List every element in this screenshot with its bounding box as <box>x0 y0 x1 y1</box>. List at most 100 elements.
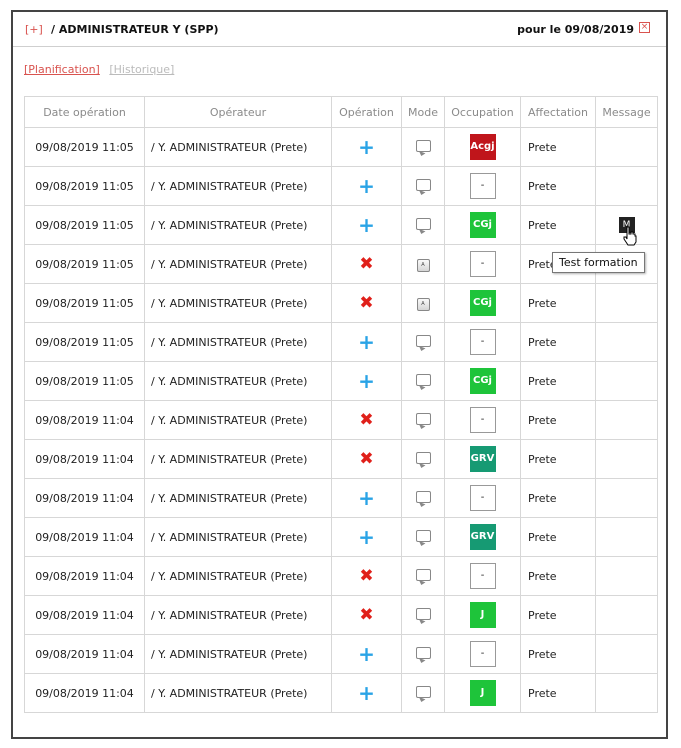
occupation-badge[interactable]: J <box>469 680 496 706</box>
mode-cell <box>401 166 445 206</box>
message-cell <box>595 127 658 167</box>
operation-cell: ✖ <box>331 244 402 284</box>
keyboard-icon: A <box>416 298 430 311</box>
occupation-badge[interactable]: CGj <box>469 290 496 316</box>
operator-cell: / Y. ADMINISTRATEUR (Prete) <box>144 439 332 479</box>
table-row: 09/08/2019 11:04/ Y. ADMINISTRATEUR (Pre… <box>24 595 658 635</box>
date-cell: 09/08/2019 11:04 <box>24 478 145 518</box>
date-cell: 09/08/2019 11:04 <box>24 634 145 674</box>
speech-bubble-icon <box>415 646 431 659</box>
operator-cell: / Y. ADMINISTRATEUR (Prete) <box>144 517 332 557</box>
column-header[interactable]: Message <box>595 96 658 128</box>
plus-icon[interactable]: + <box>358 135 375 159</box>
hand-cursor-icon <box>623 226 637 246</box>
cross-icon[interactable]: ✖ <box>359 410 373 430</box>
mode-cell: A <box>401 244 445 284</box>
occupation-badge[interactable]: GRV <box>469 524 496 550</box>
table-row: 09/08/2019 11:04/ Y. ADMINISTRATEUR (Pre… <box>24 517 658 557</box>
occupation-cell: GRV <box>444 439 521 479</box>
message-cell <box>595 283 658 323</box>
operator-cell: / Y. ADMINISTRATEUR (Prete) <box>144 205 332 245</box>
page-title: / ADMINISTRATEUR Y (SPP) <box>51 23 219 36</box>
speech-bubble-icon <box>415 373 431 386</box>
plus-icon[interactable]: + <box>358 369 375 393</box>
mode-cell <box>401 673 445 713</box>
cross-icon[interactable]: ✖ <box>359 605 373 625</box>
operation-cell: ✖ <box>331 439 402 479</box>
cross-icon[interactable]: ✖ <box>359 566 373 586</box>
table-row: 09/08/2019 11:05/ Y. ADMINISTRATEUR (Pre… <box>24 127 658 167</box>
plus-icon[interactable]: + <box>358 330 375 354</box>
message-cell <box>595 400 658 440</box>
occupation-cell: CGj <box>444 205 521 245</box>
close-icon[interactable]: × <box>639 22 650 33</box>
table-row: 09/08/2019 11:04/ Y. ADMINISTRATEUR (Pre… <box>24 673 658 713</box>
occupation-cell: - <box>444 556 521 596</box>
operator-cell: / Y. ADMINISTRATEUR (Prete) <box>144 400 332 440</box>
occupation-cell: J <box>444 595 521 635</box>
affectation-cell: Prete <box>520 439 596 479</box>
column-header[interactable]: Occupation <box>444 96 521 128</box>
affectation-cell: Prete <box>520 205 596 245</box>
keyboard-icon: A <box>416 259 430 272</box>
occupation-badge[interactable]: - <box>469 173 496 199</box>
occupation-badge[interactable]: - <box>469 251 496 277</box>
message-cell <box>595 439 658 479</box>
occupation-badge[interactable]: - <box>469 329 496 355</box>
column-header[interactable]: Opération <box>331 96 402 128</box>
column-header[interactable]: Date opération <box>24 96 145 128</box>
occupation-badge[interactable]: - <box>469 485 496 511</box>
occupation-badge[interactable]: - <box>469 563 496 589</box>
operator-cell: / Y. ADMINISTRATEUR (Prete) <box>144 244 332 284</box>
operation-cell: ✖ <box>331 400 402 440</box>
plus-icon[interactable]: + <box>358 486 375 510</box>
occupation-badge[interactable]: - <box>469 641 496 667</box>
table-header-row: Date opération Opérateur Opération Mode … <box>24 96 658 128</box>
operation-cell: + <box>331 322 402 362</box>
historique-link[interactable]: [Historique] <box>109 63 174 76</box>
operator-cell: / Y. ADMINISTRATEUR (Prete) <box>144 634 332 674</box>
speech-bubble-icon <box>415 412 431 425</box>
affectation-cell: Prete <box>520 322 596 362</box>
date-label: pour le 09/08/2019 <box>517 23 634 36</box>
affectation-cell: Prete <box>520 517 596 557</box>
mode-cell <box>401 595 445 635</box>
message-cell <box>595 517 658 557</box>
plus-icon[interactable]: + <box>358 642 375 666</box>
date-cell: 09/08/2019 11:04 <box>24 673 145 713</box>
speech-bubble-icon <box>415 178 431 191</box>
operator-cell: / Y. ADMINISTRATEUR (Prete) <box>144 556 332 596</box>
operations-panel: [+] / ADMINISTRATEUR Y (SPP) pour le 09/… <box>11 10 668 739</box>
plus-icon[interactable]: + <box>358 681 375 705</box>
occupation-badge[interactable]: - <box>469 407 496 433</box>
cross-icon[interactable]: ✖ <box>359 449 373 469</box>
occupation-badge[interactable]: GRV <box>469 446 496 472</box>
table-row: 09/08/2019 11:04/ Y. ADMINISTRATEUR (Pre… <box>24 556 658 596</box>
occupation-badge[interactable]: J <box>469 602 496 628</box>
occupation-badge[interactable]: Acgj <box>469 134 496 160</box>
plus-icon[interactable]: + <box>358 213 375 237</box>
plus-icon[interactable]: + <box>358 174 375 198</box>
occupation-cell: - <box>444 244 521 284</box>
plus-icon[interactable]: + <box>358 525 375 549</box>
occupation-badge[interactable]: CGj <box>469 212 496 238</box>
affectation-cell: Prete <box>520 634 596 674</box>
column-header[interactable]: Affectation <box>520 96 596 128</box>
table-body: 09/08/2019 11:05/ Y. ADMINISTRATEUR (Pre… <box>24 127 658 713</box>
planification-link[interactable]: [Planification] <box>24 63 100 76</box>
date-cell: 09/08/2019 11:05 <box>24 205 145 245</box>
message-cell <box>595 634 658 674</box>
table-row: 09/08/2019 11:05/ Y. ADMINISTRATEUR (Pre… <box>24 361 658 401</box>
column-header[interactable]: Mode <box>401 96 445 128</box>
operation-cell: + <box>331 361 402 401</box>
speech-bubble-icon <box>415 451 431 464</box>
mode-cell <box>401 556 445 596</box>
mode-cell <box>401 478 445 518</box>
cross-icon[interactable]: ✖ <box>359 293 373 313</box>
operation-cell: + <box>331 478 402 518</box>
occupation-badge[interactable]: CGj <box>469 368 496 394</box>
message-cell <box>595 556 658 596</box>
column-header[interactable]: Opérateur <box>144 96 332 128</box>
expand-button[interactable]: [+] <box>25 23 43 36</box>
cross-icon[interactable]: ✖ <box>359 254 373 274</box>
